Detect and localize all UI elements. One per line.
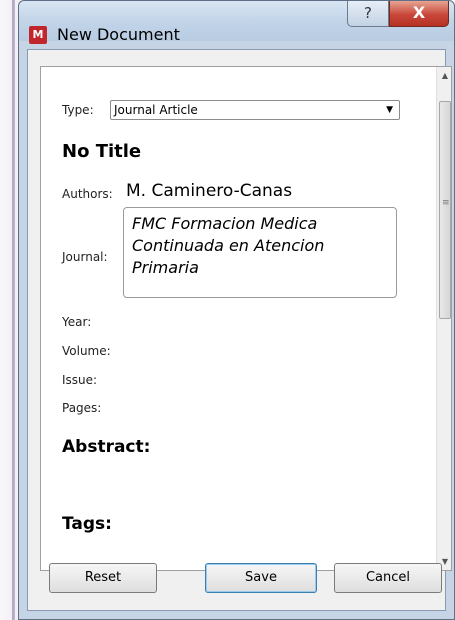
close-button[interactable]: X	[389, 1, 449, 27]
volume-label: Volume:	[62, 344, 111, 358]
journal-field[interactable]: FMC Formacion Medica Continuada en Atenc…	[123, 207, 397, 298]
type-select[interactable]: Journal Article ▼	[110, 100, 400, 120]
mendeley-app-icon: M	[29, 26, 47, 44]
issue-label: Issue:	[62, 373, 98, 387]
vertical-scrollbar[interactable]: ▲ ≡ ▼	[436, 67, 451, 570]
dialog-body: Type: Journal Article ▼ No Title Authors…	[27, 49, 452, 611]
document-details-panel[interactable]: Type: Journal Article ▼ No Title Authors…	[40, 66, 452, 571]
grip-icon: ≡	[442, 198, 450, 208]
abstract-heading: Abstract:	[62, 437, 151, 457]
type-select-value: Journal Article	[114, 103, 198, 117]
journal-label: Journal:	[62, 250, 108, 264]
save-button[interactable]: Save	[205, 563, 317, 593]
scroll-up-arrow-icon[interactable]: ▲	[437, 67, 451, 84]
scroll-thumb[interactable]: ≡	[439, 101, 451, 319]
title-bar[interactable]: M New Document ? X	[19, 1, 454, 44]
new-document-dialog: M New Document ? X Type: Journal Article…	[18, 0, 455, 620]
cancel-button[interactable]: Cancel	[334, 563, 442, 593]
window-title: New Document	[57, 25, 180, 44]
authors-field[interactable]: M. Caminero-Canas	[126, 181, 292, 201]
help-button[interactable]: ?	[347, 1, 389, 27]
type-label: Type:	[62, 103, 94, 117]
tags-heading: Tags:	[62, 514, 112, 534]
reset-button[interactable]: Reset	[49, 563, 157, 593]
chevron-down-icon: ▼	[386, 105, 393, 115]
authors-label: Authors:	[62, 187, 113, 201]
pages-label: Pages:	[62, 401, 102, 415]
document-title[interactable]: No Title	[62, 141, 141, 162]
year-label: Year:	[62, 315, 92, 329]
